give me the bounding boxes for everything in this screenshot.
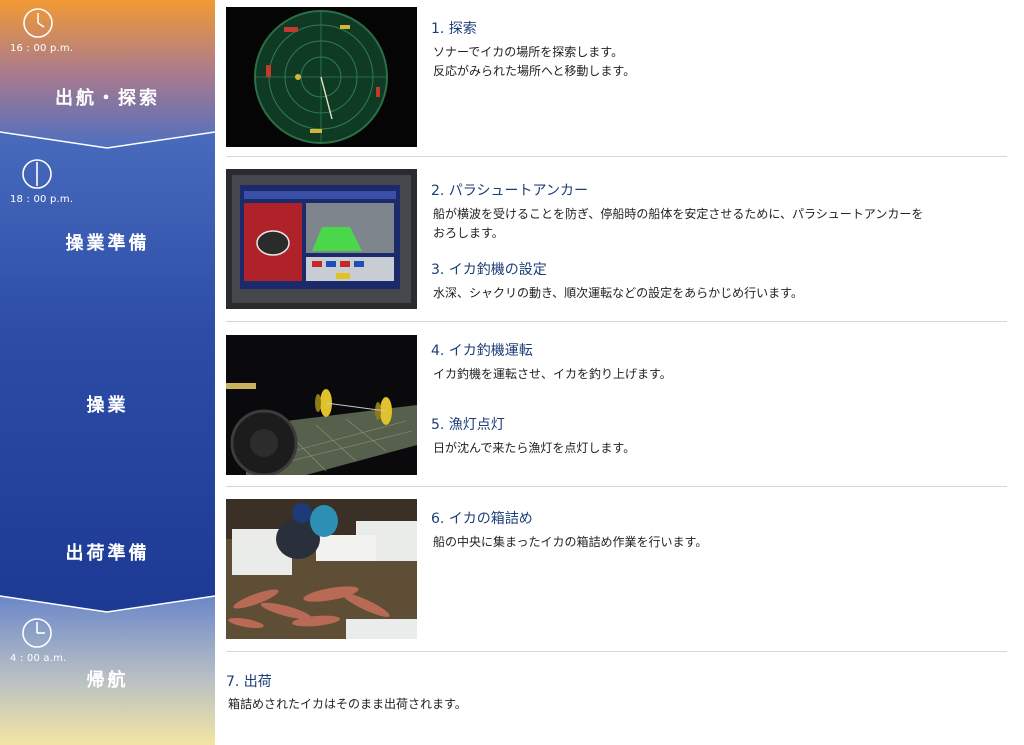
phase-label: 出荷準備 — [65, 543, 150, 564]
clock-icon — [22, 159, 52, 189]
timeline: 16 : 00 p.m. 出航・探索 18 : 00 p.m. 操業準備 操業 … — [0, 0, 215, 745]
phase-label: 操業準備 — [65, 233, 150, 254]
process-content: 1. 探索 ソナーでイカの場所を探索します。 反応がみられた場所へと移動します。… — [215, 0, 1024, 745]
divider — [226, 156, 1007, 157]
step-description: イカ釣機を運転させ、イカを釣り上げます。 — [433, 365, 672, 384]
phase-label: 出航・探索 — [55, 88, 160, 109]
step-description: 船が横波を受けることを防ぎ、停船時の船体を安定させるために、パラシュートアンカー… — [433, 205, 1013, 243]
divider — [226, 321, 1007, 322]
description-line: 船の中央に集まったイカの箱詰め作業を行います。 — [433, 535, 708, 549]
description-line: 反応がみられた場所へと移動します。 — [433, 64, 636, 78]
time-label: 18 : 00 p.m. — [10, 194, 74, 205]
step-title: 7. 出荷 — [226, 674, 272, 690]
step-title: 5. 漁灯点灯 — [431, 417, 505, 433]
step-title: 2. パラシュートアンカー — [431, 183, 588, 199]
step-title: 4. イカ釣機運転 — [431, 343, 533, 359]
step-description: ソナーでイカの場所を探索します。 反応がみられた場所へと移動します。 — [433, 43, 635, 81]
description-line: 日が沈んで来たら漁灯を点灯します。 — [433, 441, 636, 455]
control-panel-photo — [226, 169, 417, 309]
clock-icon — [23, 8, 53, 38]
phase-label: 操業 — [86, 395, 129, 416]
step-description: 箱詰めされたイカはそのまま出荷されます。 — [228, 695, 467, 714]
step-description: 船の中央に集まったイカの箱詰め作業を行います。 — [433, 533, 707, 552]
description-line: ソナーでイカの場所を探索します。 — [433, 45, 624, 59]
packing-squid-photo — [226, 499, 417, 639]
time-label: 4 : 00 a.m. — [10, 653, 67, 664]
step-description: 水深、シャクリの動き、順次運転などの設定をあらかじめ行います。 — [433, 284, 803, 303]
jigging-machine-photo — [226, 335, 417, 475]
description-line: イカ釣機を運転させ、イカを釣り上げます。 — [433, 367, 672, 381]
divider — [226, 486, 1007, 487]
time-label: 16 : 00 p.m. — [10, 43, 74, 54]
description-line: おろします。 — [433, 226, 504, 240]
step-description: 日が沈んで来たら漁灯を点灯します。 — [433, 439, 635, 458]
description-line: 箱詰めされたイカはそのまま出荷されます。 — [228, 697, 467, 711]
phase-label: 帰航 — [86, 670, 129, 691]
divider — [226, 651, 1007, 652]
step-title: 3. イカ釣機の設定 — [431, 262, 547, 278]
description-line: 水深、シャクリの動き、順次運転などの設定をあらかじめ行います。 — [433, 286, 803, 300]
sonar-photo — [226, 7, 417, 147]
step-title: 1. 探索 — [431, 21, 477, 37]
step-title: 6. イカの箱詰め — [431, 511, 533, 527]
description-line: 船が横波を受けることを防ぎ、停船時の船体を安定させるために、パラシュートアンカー… — [433, 207, 924, 221]
clock-icon — [22, 618, 52, 648]
